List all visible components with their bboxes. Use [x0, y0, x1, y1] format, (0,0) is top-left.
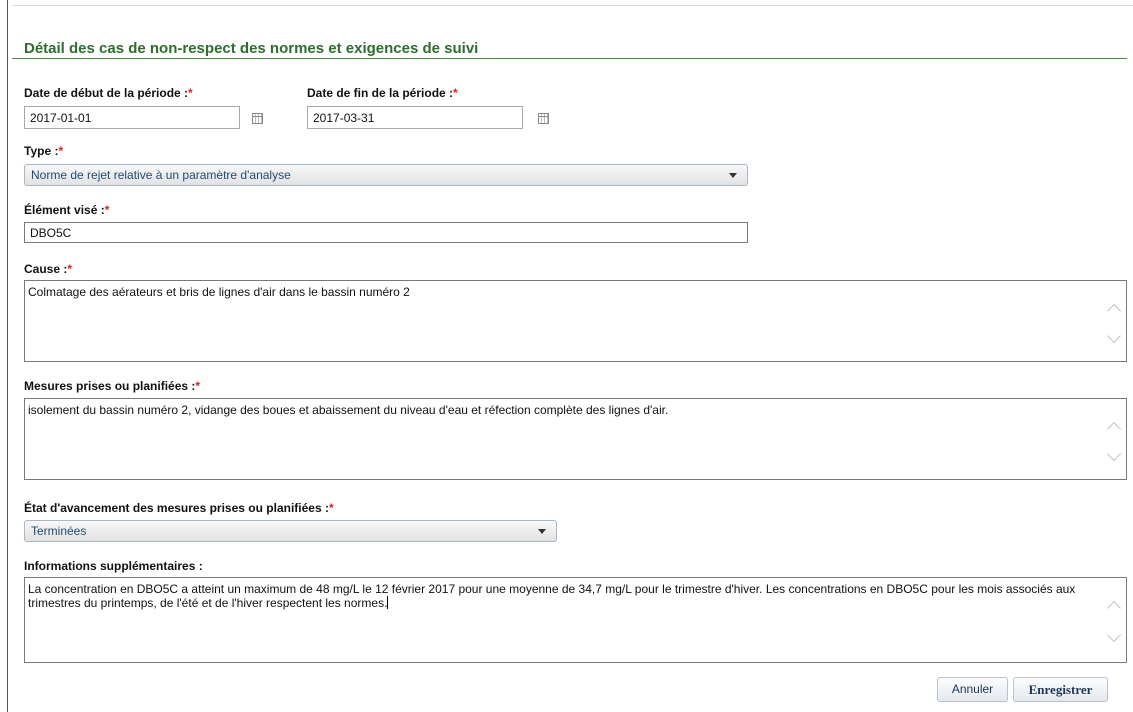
required-marker: *	[195, 379, 201, 393]
required-marker: *	[58, 144, 64, 158]
cancel-button[interactable]: Annuler	[937, 677, 1008, 702]
progress-label: État d'avancement des mesures prises ou …	[24, 501, 334, 515]
start-date-input[interactable]	[24, 106, 240, 129]
top-divider	[12, 5, 1133, 6]
info-text: La concentration en DBO5C a atteint un m…	[28, 582, 1079, 610]
chevron-down-icon[interactable]	[1106, 328, 1122, 344]
cause-label: Cause :*	[24, 262, 73, 276]
type-selected-value: Norme de rejet relative à un paramètre d…	[31, 168, 291, 182]
start-date-label: Date de début de la période :*	[24, 86, 193, 100]
progress-selected-value: Terminées	[31, 524, 87, 538]
chevron-down-icon[interactable]	[1106, 446, 1122, 462]
info-label: Informations supplémentaires :	[24, 559, 203, 573]
scrollbar[interactable]	[1104, 399, 1126, 479]
info-textarea[interactable]: La concentration en DBO5C a atteint un m…	[24, 577, 1127, 663]
chevron-down-icon	[538, 529, 546, 534]
scrollbar[interactable]	[1104, 281, 1126, 361]
cause-text: Colmatage des aérateurs et bris de ligne…	[28, 285, 410, 299]
measures-text: isolement du bassin numéro 2, vidange de…	[28, 403, 669, 417]
chevron-up-icon[interactable]	[1106, 303, 1122, 319]
end-date-input[interactable]	[307, 106, 523, 129]
chevron-up-icon[interactable]	[1106, 421, 1122, 437]
text-cursor	[387, 596, 389, 609]
measures-textarea[interactable]: isolement du bassin numéro 2, vidange de…	[24, 398, 1127, 480]
chevron-down-icon	[729, 173, 737, 178]
calendar-icon[interactable]	[252, 113, 263, 124]
element-input[interactable]	[24, 222, 748, 243]
calendar-icon[interactable]	[538, 113, 549, 124]
cause-textarea[interactable]: Colmatage des aérateurs et bris de ligne…	[24, 280, 1127, 362]
end-date-label: Date de fin de la période :*	[307, 86, 458, 100]
required-marker: *	[188, 86, 193, 100]
progress-select[interactable]: Terminées	[24, 520, 557, 542]
required-marker: *	[67, 262, 73, 276]
required-marker: *	[104, 203, 110, 217]
save-button[interactable]: Enregistrer	[1013, 677, 1108, 702]
window-left-border	[7, 0, 8, 712]
chevron-up-icon[interactable]	[1106, 600, 1122, 616]
type-label: Type :*	[24, 144, 64, 158]
title-underline	[12, 58, 1127, 59]
measures-label: Mesures prises ou planifiées :*	[24, 379, 201, 393]
required-marker: *	[453, 86, 458, 100]
required-marker: *	[328, 501, 334, 515]
chevron-down-icon[interactable]	[1106, 627, 1122, 643]
page-title: Détail des cas de non-respect des normes…	[24, 40, 479, 57]
element-label: Élément visé :*	[24, 203, 110, 217]
type-select[interactable]: Norme de rejet relative à un paramètre d…	[24, 164, 748, 186]
scrollbar[interactable]	[1104, 578, 1126, 662]
